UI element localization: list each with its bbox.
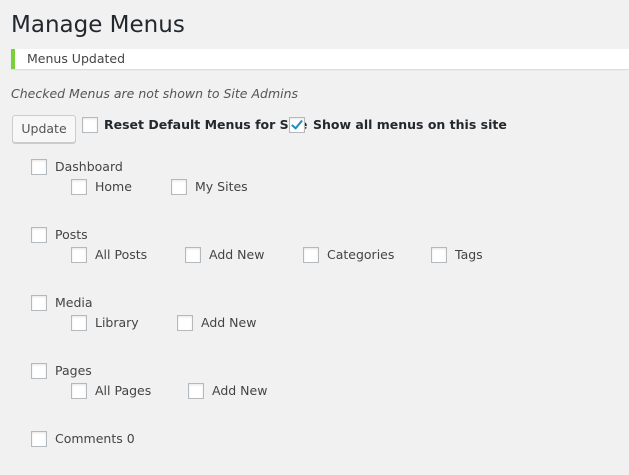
menu-label-posts[interactable]: Posts — [55, 227, 88, 243]
menu-checkbox-posts[interactable] — [31, 227, 47, 243]
reset-default-menus-checkbox[interactable] — [82, 117, 98, 133]
submenu-label-home[interactable]: Home — [95, 179, 132, 195]
manage-menus-page: Manage Menus Menus Updated Checked Menus… — [0, 0, 629, 475]
show-all-menus-checkbox[interactable] — [289, 117, 305, 133]
submenu-label-all-pages[interactable]: All Pages — [95, 383, 151, 399]
submenu-label-categories[interactable]: Categories — [327, 247, 394, 263]
submenu-checkbox-media-add-new[interactable] — [177, 315, 193, 331]
page-title: Manage Menus — [11, 12, 185, 38]
notice-text: Menus Updated — [27, 51, 126, 66]
submenu-checkbox-my-sites[interactable] — [171, 179, 187, 195]
menu-label-dashboard[interactable]: Dashboard — [55, 159, 123, 175]
menu-label-comments[interactable]: Comments 0 — [55, 431, 135, 447]
updated-notice: Menus Updated — [11, 49, 629, 69]
submenu-checkbox-all-posts[interactable] — [71, 247, 87, 263]
hint-text: Checked Menus are not shown to Site Admi… — [11, 86, 299, 101]
menu-checkbox-media[interactable] — [31, 295, 47, 311]
submenu-checkbox-categories[interactable] — [303, 247, 319, 263]
menu-label-media[interactable]: Media — [55, 295, 93, 311]
submenu-checkbox-tags[interactable] — [431, 247, 447, 263]
submenu-label-pages-add-new[interactable]: Add New — [212, 383, 267, 399]
submenu-checkbox-posts-add-new[interactable] — [185, 247, 201, 263]
submenu-checkbox-all-pages[interactable] — [71, 383, 87, 399]
menu-checkbox-comments[interactable] — [31, 431, 47, 447]
submenu-checkbox-library[interactable] — [71, 315, 87, 331]
menu-checkbox-pages[interactable] — [31, 363, 47, 379]
submenu-label-library[interactable]: Library — [95, 315, 139, 331]
menu-checkbox-dashboard[interactable] — [31, 159, 47, 175]
menu-label-pages[interactable]: Pages — [55, 363, 92, 379]
submenu-label-my-sites[interactable]: My Sites — [195, 179, 248, 195]
update-button[interactable]: Update — [12, 115, 76, 143]
show-all-menus-label[interactable]: Show all menus on this site — [313, 117, 507, 133]
submenu-label-all-posts[interactable]: All Posts — [95, 247, 147, 263]
submenu-label-posts-add-new[interactable]: Add New — [209, 247, 264, 263]
submenu-label-media-add-new[interactable]: Add New — [201, 315, 256, 331]
submenu-label-tags[interactable]: Tags — [455, 247, 483, 263]
submenu-checkbox-home[interactable] — [71, 179, 87, 195]
reset-default-menus-label[interactable]: Reset Default Menus for Site — [104, 117, 307, 133]
submenu-checkbox-pages-add-new[interactable] — [188, 383, 204, 399]
